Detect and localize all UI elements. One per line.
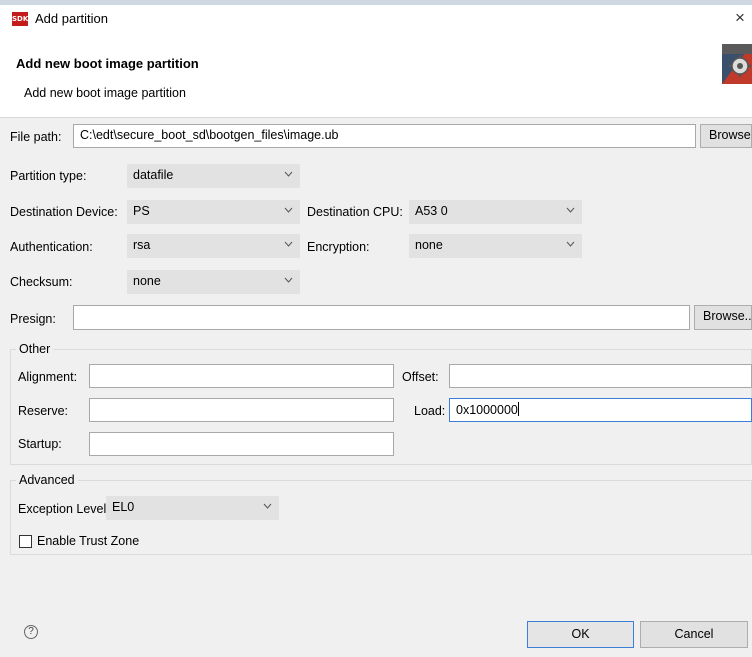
chevron-down-icon — [284, 207, 293, 213]
exception-level-value: EL0 — [112, 500, 135, 514]
ok-button[interactable]: OK — [527, 621, 634, 648]
advanced-group-title: Advanced — [16, 473, 78, 487]
partition-type-label: Partition type: — [10, 169, 87, 183]
destination-cpu-select[interactable]: A53 0 — [409, 200, 582, 224]
presign-label: Presign: — [10, 312, 56, 326]
gear-banner-icon — [722, 44, 752, 84]
alignment-input[interactable] — [89, 364, 394, 388]
chevron-down-icon — [566, 241, 575, 247]
chevron-down-icon — [263, 503, 272, 509]
presign-input[interactable] — [73, 305, 690, 330]
chevron-down-icon — [284, 241, 293, 247]
encryption-label: Encryption: — [307, 240, 370, 254]
encryption-value: none — [415, 238, 443, 252]
destination-device-select[interactable]: PS — [127, 200, 300, 224]
partition-type-value: datafile — [133, 168, 174, 182]
load-value: 0x1000000 — [456, 403, 518, 417]
text-caret — [517, 402, 519, 416]
authentication-select[interactable]: rsa — [127, 234, 300, 258]
presign-browse-button[interactable]: Browse... — [694, 305, 752, 330]
trust-zone-checkbox[interactable] — [19, 535, 32, 548]
load-input[interactable]: 0x1000000 — [449, 398, 752, 422]
reserve-input[interactable] — [89, 398, 394, 422]
file-path-browse-button[interactable]: Browse... — [700, 124, 752, 148]
startup-input[interactable] — [89, 432, 394, 456]
help-icon[interactable]: ? — [24, 625, 38, 639]
other-group-title: Other — [16, 342, 54, 356]
checksum-value: none — [133, 274, 161, 288]
exception-level-select[interactable]: EL0 — [106, 496, 279, 520]
reserve-label: Reserve: — [18, 404, 69, 418]
destination-device-value: PS — [133, 204, 150, 218]
dialog-header: Add new boot image partition Add new boo… — [0, 38, 752, 117]
cancel-button[interactable]: Cancel — [640, 621, 748, 648]
window-title: Add partition — [35, 11, 108, 26]
load-label: Load: — [414, 404, 446, 418]
chevron-down-icon — [566, 207, 575, 213]
chevron-down-icon — [284, 171, 293, 177]
header-subtitle: Add new boot image partition — [24, 86, 186, 100]
offset-input[interactable] — [449, 364, 752, 388]
authentication-label: Authentication: — [10, 240, 93, 254]
destination-cpu-value: A53 0 — [415, 204, 448, 218]
title-bar — [0, 0, 752, 38]
trust-zone-label[interactable]: Enable Trust Zone — [37, 534, 139, 548]
exception-level-label: Exception Level — [18, 502, 107, 516]
offset-label: Offset: — [402, 370, 439, 384]
sdk-logo-icon: SDK — [12, 12, 28, 26]
authentication-value: rsa — [133, 238, 151, 252]
checksum-select[interactable]: none — [127, 270, 300, 294]
alignment-label: Alignment: — [18, 370, 78, 384]
file-path-label: File path: — [10, 130, 62, 144]
encryption-select[interactable]: none — [409, 234, 582, 258]
checksum-label: Checksum: — [10, 275, 73, 289]
close-icon[interactable]: × — [735, 9, 745, 26]
partition-type-select[interactable]: datafile — [127, 164, 300, 188]
file-path-input[interactable]: C:\edt\secure_boot_sd\bootgen_files\imag… — [73, 124, 696, 148]
chevron-down-icon — [284, 277, 293, 283]
destination-device-label: Destination Device: — [10, 205, 118, 219]
startup-label: Startup: — [18, 437, 62, 451]
header-title: Add new boot image partition — [16, 56, 199, 71]
destination-cpu-label: Destination CPU: — [307, 205, 403, 219]
